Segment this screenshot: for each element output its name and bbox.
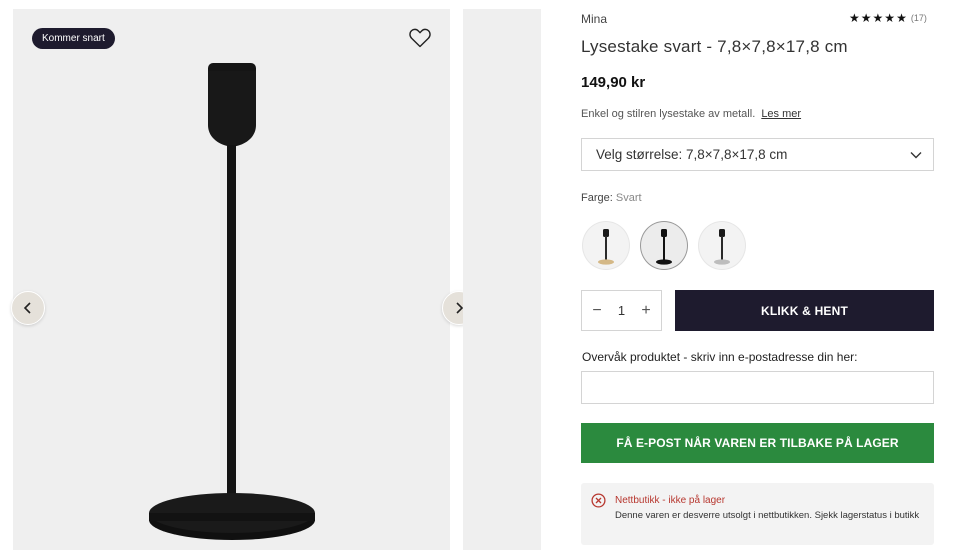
stock-status-box: Nettbutikk - ikke på lager Denne varen e… [581, 483, 934, 545]
read-more-link[interactable]: Les mer [761, 108, 801, 120]
stock-status-title: Nettbutikk - ikke på lager [615, 495, 726, 506]
color-swatch-silver[interactable] [698, 221, 746, 270]
gold-candle-holder-thumbnail [598, 228, 614, 265]
star-icon: ★ [860, 11, 872, 25]
product-rating[interactable]: ★ ★ ★ ★ ★ (17) [849, 11, 927, 25]
email-field[interactable] [581, 371, 934, 404]
wishlist-heart-icon[interactable] [408, 27, 432, 49]
color-swatch-black[interactable] [640, 221, 688, 270]
notify-back-in-stock-button[interactable]: FÅ E-POST NÅR VAREN ER TILBAKE PÅ LAGER [581, 423, 934, 463]
product-brand[interactable]: Mina [581, 12, 607, 26]
star-icon: ★ [896, 11, 907, 25]
next-product-image-thumbnail[interactable] [463, 9, 541, 550]
star-icon: ★ [872, 11, 884, 25]
chevron-left-icon [23, 302, 31, 314]
black-candle-holder-thumbnail [656, 228, 672, 265]
color-label-text: Farge: [581, 192, 613, 204]
gallery-prev-button[interactable] [11, 291, 45, 325]
error-circle-x-icon [591, 493, 606, 508]
product-title: Lysestake svart - 7,8×7,8×17,8 cm [581, 37, 848, 56]
quantity-value[interactable]: 1 [618, 303, 625, 318]
quantity-stepper: − 1 + [581, 290, 662, 331]
watch-product-label: Overvåk produktet - skriv inn e-postadre… [582, 350, 858, 364]
product-description: Enkel og stilren lysestake av metall. Le… [581, 108, 801, 120]
color-swatches [582, 221, 746, 270]
silver-candle-holder-thumbnail [714, 228, 730, 265]
coming-soon-badge: Kommer snart [32, 28, 115, 49]
color-swatch-gold[interactable] [582, 221, 630, 270]
star-icon: ★ [849, 11, 860, 25]
size-select-value: Velg størrelse: 7,8×7,8×17,8 cm [596, 147, 788, 162]
color-value: Svart [615, 192, 642, 204]
review-count: (17) [910, 13, 927, 23]
size-select[interactable]: Velg størrelse: 7,8×7,8×17,8 cm [581, 138, 934, 171]
star-icon: ★ [884, 11, 896, 25]
click-and-collect-button[interactable]: KLIKK & HENT [675, 290, 934, 331]
quantity-increase-button[interactable]: + [637, 302, 655, 320]
candle-holder-image [149, 63, 315, 540]
color-label: Farge: Svart [581, 192, 642, 204]
description-text: Enkel og stilren lysestake av metall. [581, 108, 756, 120]
quantity-decrease-button[interactable]: − [588, 302, 606, 320]
chevron-down-icon [910, 152, 922, 159]
stock-status-text: Denne varen er desverre utsolgt i nettbu… [615, 510, 920, 521]
product-price: 149,90 kr [581, 74, 646, 91]
product-image-gallery: Kommer snart [11, 9, 476, 550]
